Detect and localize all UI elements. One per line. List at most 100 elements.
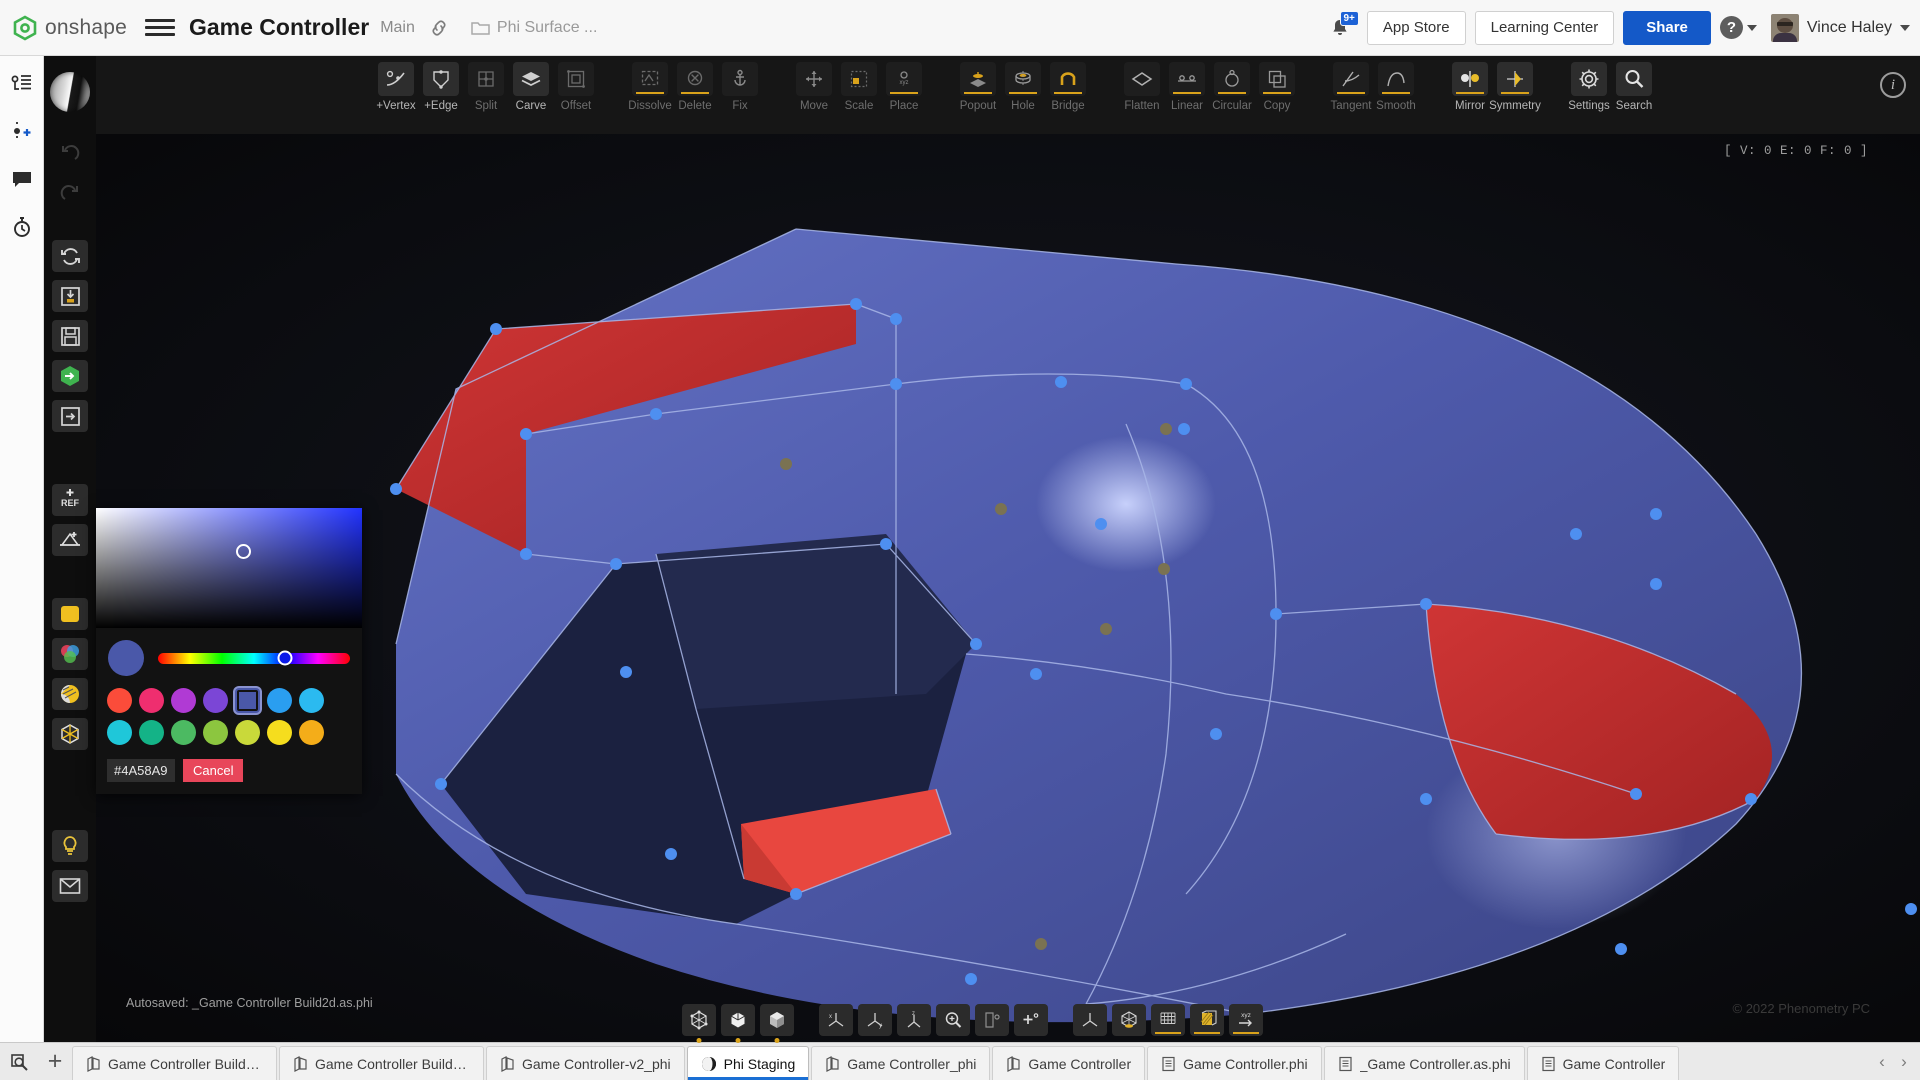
tool-popout[interactable]: Popout <box>958 62 998 112</box>
onshape-export-icon[interactable] <box>52 360 88 392</box>
history-icon[interactable] <box>7 212 37 242</box>
palette-swatch[interactable] <box>139 720 164 745</box>
tab-game-controller-v2-phi[interactable]: Game Controller-v2_phi <box>486 1046 685 1080</box>
tool-place[interactable]: xyz Place <box>884 62 924 112</box>
add-reference-icon[interactable]: REF <box>52 484 88 516</box>
tool-mirror[interactable]: Mirror <box>1450 62 1490 112</box>
tool-dissolve[interactable]: Dissolve <box>628 62 672 112</box>
model-canvas[interactable]: [ V: 0 E: 0 F: 0 ] © 2022 Phenometry PC <box>96 134 1920 1042</box>
palette-swatch[interactable] <box>267 688 292 713</box>
add-dimension-icon[interactable] <box>52 524 88 556</box>
redo-icon[interactable] <box>52 178 88 210</box>
hamburger-icon[interactable] <box>144 13 175 43</box>
palette-swatch[interactable] <box>139 688 164 713</box>
section-view-icon[interactable] <box>974 1004 1009 1036</box>
origin-axes-icon[interactable] <box>1072 1004 1107 1036</box>
axis-z-icon[interactable]: z <box>896 1004 931 1036</box>
app-store-button[interactable]: App Store <box>1366 10 1466 45</box>
tab-game-controller-build2d-2[interactable]: Game Controller Build2... <box>279 1046 484 1080</box>
export-icon[interactable] <box>52 400 88 432</box>
tool-add-edge[interactable]: +Edge <box>421 62 461 112</box>
material-icon[interactable] <box>52 678 88 710</box>
tool-fix[interactable]: Fix <box>720 62 760 112</box>
add-tab-button[interactable]: + <box>38 1043 72 1080</box>
wireframe-view-icon[interactable] <box>681 1004 716 1036</box>
tool-offset[interactable]: Offset <box>556 62 596 112</box>
shaded-edges-view-icon[interactable] <box>720 1004 755 1036</box>
tool-carve[interactable]: Carve <box>511 62 551 112</box>
palette-swatch[interactable] <box>107 688 132 713</box>
tool-copy[interactable]: Copy <box>1257 62 1297 112</box>
branch-label[interactable]: Main <box>380 19 415 37</box>
saturation-value-field[interactable] <box>96 508 362 628</box>
viewport-info-button[interactable]: i <box>1880 62 1906 98</box>
bounding-box-icon[interactable] <box>52 718 88 750</box>
tool-search[interactable]: Search <box>1614 62 1654 112</box>
palette-swatch[interactable] <box>299 688 324 713</box>
tab-game-controller-phi[interactable]: Game Controller_phi <box>811 1046 991 1080</box>
palette-swatch[interactable] <box>235 720 260 745</box>
palette-swatch[interactable] <box>203 688 228 713</box>
shaded-view-icon[interactable] <box>759 1004 794 1036</box>
tab-game-controller-as-phi[interactable]: _Game Controller.as.phi <box>1323 1046 1525 1080</box>
tab-next-button[interactable]: › <box>1894 1052 1914 1072</box>
tool-delete[interactable]: Delete <box>675 62 715 112</box>
save-icon[interactable] <box>52 320 88 352</box>
tool-linear-pattern[interactable]: Linear <box>1167 62 1207 112</box>
tab-game-controller[interactable]: Game Controller <box>992 1046 1146 1080</box>
add-view-icon[interactable] <box>1013 1004 1048 1036</box>
palette-swatch[interactable] <box>203 720 228 745</box>
cancel-button[interactable]: Cancel <box>183 759 244 782</box>
xyz-axes-icon[interactable]: xyz <box>1228 1004 1263 1036</box>
notifications-button[interactable]: 9+ <box>1323 10 1359 45</box>
tool-bridge[interactable]: Bridge <box>1048 62 1088 112</box>
hue-slider-handle[interactable] <box>277 650 293 666</box>
hex-input[interactable]: #4A58A9 <box>107 759 175 782</box>
axis-x-icon[interactable]: x <box>818 1004 853 1036</box>
share-button[interactable]: Share <box>1623 10 1711 45</box>
comment-icon[interactable] <box>7 164 37 194</box>
tool-add-vertex[interactable]: +Vertex <box>376 62 416 112</box>
palette-swatch[interactable] <box>299 720 324 745</box>
undo-icon[interactable] <box>52 138 88 170</box>
palette-swatch-selected[interactable] <box>235 688 260 713</box>
palette-swatch[interactable] <box>267 720 292 745</box>
user-menu[interactable]: Vince Haley <box>1770 13 1910 42</box>
shading-sphere-icon[interactable] <box>50 72 90 112</box>
link-icon[interactable] <box>429 18 449 38</box>
workspace-breadcrumb[interactable]: Phi Surface ... <box>471 19 597 37</box>
tool-flatten[interactable]: Flatten <box>1122 62 1162 112</box>
tool-circular-pattern[interactable]: Circular <box>1212 62 1252 112</box>
import-icon[interactable] <box>52 280 88 312</box>
palette-swatch[interactable] <box>107 720 132 745</box>
help-menu[interactable]: ? <box>1719 16 1757 39</box>
tab-game-controller-doc[interactable]: Game Controller <box>1526 1046 1680 1080</box>
palette-swatch[interactable] <box>171 720 196 745</box>
tool-hole[interactable]: Hole <box>1003 62 1043 112</box>
tool-smooth[interactable]: Smooth <box>1376 62 1416 112</box>
tab-prev-button[interactable]: ‹ <box>1872 1052 1892 1072</box>
color-fill-icon[interactable] <box>52 598 88 630</box>
tool-tangent[interactable]: Tangent <box>1331 62 1371 112</box>
color-picker-panel[interactable]: #4A58A9 Cancel <box>96 508 362 794</box>
tool-symmetry[interactable]: Symmetry <box>1489 62 1541 112</box>
refresh-icon[interactable] <box>52 240 88 272</box>
color-wheel-icon[interactable] <box>52 638 88 670</box>
hue-slider[interactable] <box>158 650 350 666</box>
axis-y-icon[interactable]: y <box>857 1004 892 1036</box>
tab-game-controller-build2d-1[interactable]: Game Controller Build2... <box>72 1046 277 1080</box>
sv-cursor-handle[interactable] <box>236 544 251 559</box>
zoom-to-fit-icon[interactable] <box>935 1004 970 1036</box>
tab-phi-staging[interactable]: Phi Staging <box>686 1046 810 1080</box>
tool-settings[interactable]: Settings <box>1568 62 1610 112</box>
grid-icon[interactable] <box>1150 1004 1185 1036</box>
onshape-logo[interactable]: onshape <box>8 15 127 41</box>
tool-scale[interactable]: Scale <box>839 62 879 112</box>
light-bulb-icon[interactable] <box>52 830 88 862</box>
render-sphere-icon[interactable] <box>1111 1004 1146 1036</box>
palette-swatch[interactable] <box>171 688 196 713</box>
feature-tree-icon[interactable] <box>7 68 37 98</box>
tab-game-controller-phi-doc[interactable]: Game Controller.phi <box>1147 1046 1322 1080</box>
learning-center-button[interactable]: Learning Center <box>1474 10 1615 45</box>
tool-move[interactable]: Move <box>794 62 834 112</box>
